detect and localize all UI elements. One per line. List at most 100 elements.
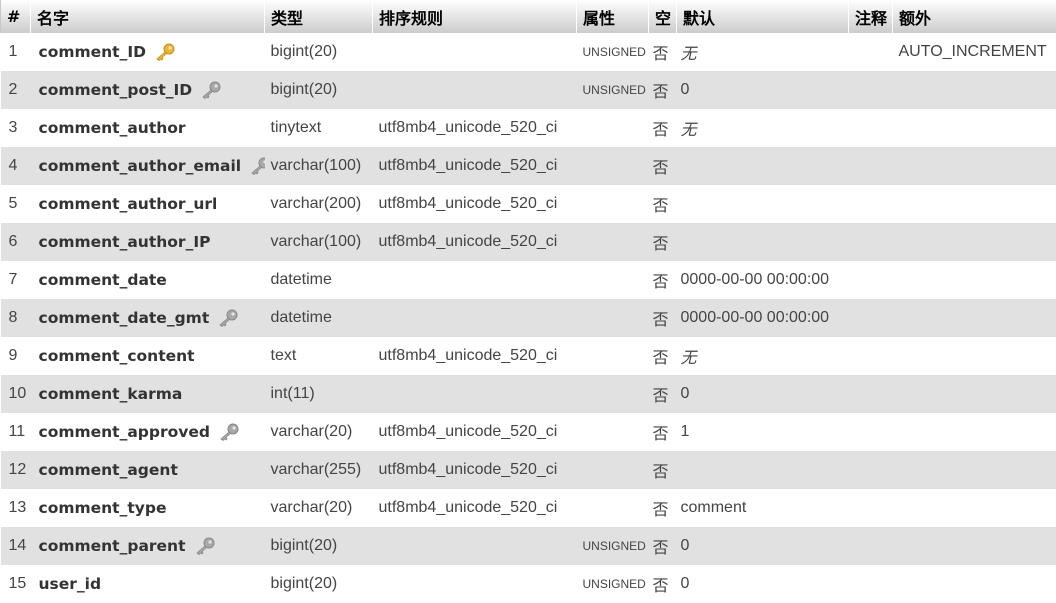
- table-row[interactable]: 4comment_author_emailvarchar(100)utf8mb4…: [1, 147, 1056, 185]
- header-name[interactable]: 名字: [31, 0, 265, 33]
- column-default: 0: [677, 527, 849, 565]
- table-row[interactable]: 5comment_author_urlvarchar(200)utf8mb4_u…: [1, 185, 1056, 223]
- column-null: 否: [649, 109, 677, 147]
- table-row[interactable]: 3comment_authortinytextutf8mb4_unicode_5…: [1, 109, 1056, 147]
- column-comment: [849, 565, 893, 603]
- header-null[interactable]: 空: [649, 0, 677, 33]
- table-row[interactable]: 11comment_approvedvarchar(20)utf8mb4_uni…: [1, 413, 1056, 451]
- column-comment: [849, 223, 893, 261]
- column-collation-text: utf8mb4_unicode_520_ci: [379, 423, 558, 440]
- column-null-text: 否: [653, 46, 669, 63]
- table-row[interactable]: 7comment_datedatetime否0000-00-00 00:00:0…: [1, 261, 1056, 299]
- column-type: datetime: [265, 261, 373, 299]
- column-type: varchar(20): [265, 413, 373, 451]
- table-row[interactable]: 10comment_karmaint(11)否0: [1, 375, 1056, 413]
- header-num[interactable]: #: [1, 0, 31, 33]
- index-key-icon: [218, 423, 240, 441]
- column-type-text: bigint(20): [271, 575, 338, 592]
- column-default-text: 0: [681, 81, 690, 98]
- header-collation[interactable]: 排序规则: [373, 0, 577, 33]
- column-name-text: comment_date: [39, 271, 167, 289]
- column-extra: [893, 261, 1056, 299]
- column-default: [677, 185, 849, 223]
- column-type-text: varchar(100): [271, 157, 362, 174]
- column-type-text: varchar(100): [271, 233, 362, 250]
- row-number-text: 10: [9, 385, 27, 402]
- row-number-text: 13: [9, 499, 27, 516]
- table-row[interactable]: 12comment_agentvarchar(255)utf8mb4_unico…: [1, 451, 1056, 489]
- column-attributes: UNSIGNED: [577, 71, 649, 109]
- column-extra: AUTO_INCREMENT: [893, 33, 1056, 71]
- column-type: int(11): [265, 375, 373, 413]
- table-row[interactable]: 6comment_author_IPvarchar(100)utf8mb4_un…: [1, 223, 1056, 261]
- column-attributes: [577, 147, 649, 185]
- column-collation-text: utf8mb4_unicode_520_ci: [379, 347, 558, 364]
- table-row[interactable]: 15user_idbigint(20)UNSIGNED否0: [1, 565, 1056, 603]
- table-row[interactable]: 2comment_post_IDbigint(20)UNSIGNED否0: [1, 71, 1056, 109]
- column-name-text: comment_date_gmt: [39, 309, 210, 327]
- column-null: 否: [649, 489, 677, 527]
- column-attributes-text: UNSIGNED: [583, 83, 646, 97]
- header-attributes[interactable]: 属性: [577, 0, 649, 33]
- header-comment[interactable]: 注释: [849, 0, 893, 33]
- row-number-text: 2: [9, 81, 18, 98]
- column-null: 否: [649, 71, 677, 109]
- header-type[interactable]: 类型: [265, 0, 373, 33]
- column-attributes: [577, 413, 649, 451]
- header-extra[interactable]: 额外: [893, 0, 1056, 33]
- table-row[interactable]: 13comment_typevarchar(20)utf8mb4_unicode…: [1, 489, 1056, 527]
- column-name: comment_author_IP: [31, 223, 265, 261]
- column-comment: [849, 451, 893, 489]
- row-number-text: 7: [9, 271, 18, 288]
- column-collation-text: utf8mb4_unicode_520_ci: [379, 157, 558, 174]
- row-number: 11: [1, 413, 31, 451]
- index-key-icon: [194, 537, 216, 555]
- column-collation: [373, 261, 577, 299]
- column-extra: [893, 147, 1056, 185]
- column-name: comment_parent: [31, 527, 265, 565]
- column-collation: [373, 299, 577, 337]
- column-type-text: varchar(20): [271, 499, 353, 516]
- column-comment: [849, 375, 893, 413]
- column-null: 否: [649, 185, 677, 223]
- column-default: 0: [677, 375, 849, 413]
- row-number-text: 8: [9, 309, 18, 326]
- column-null-text: 否: [653, 464, 669, 481]
- column-collation-text: utf8mb4_unicode_520_ci: [379, 461, 558, 478]
- column-extra: [893, 185, 1056, 223]
- table-row[interactable]: 9comment_contenttextutf8mb4_unicode_520_…: [1, 337, 1056, 375]
- column-name: comment_content: [31, 337, 265, 375]
- row-number: 13: [1, 489, 31, 527]
- column-default: 0000-00-00 00:00:00: [677, 261, 849, 299]
- row-number-text: 14: [9, 537, 27, 554]
- row-number: 1: [1, 33, 31, 71]
- column-name-text: comment_content: [39, 347, 195, 365]
- table-row[interactable]: 8comment_date_gmtdatetime否0000-00-00 00:…: [1, 299, 1056, 337]
- column-collation-text: utf8mb4_unicode_520_ci: [379, 195, 558, 212]
- column-type-text: tinytext: [271, 119, 322, 136]
- column-attributes: UNSIGNED: [577, 527, 649, 565]
- column-default: 无: [677, 33, 849, 71]
- column-name: comment_author: [31, 109, 265, 147]
- column-null: 否: [649, 527, 677, 565]
- index-key-icon: [200, 81, 222, 99]
- table-row[interactable]: 14comment_parentbigint(20)UNSIGNED否0: [1, 527, 1056, 565]
- column-default-text: 0000-00-00 00:00:00: [681, 309, 830, 326]
- column-default-text: 无: [681, 350, 697, 367]
- column-name-text: comment_ID: [39, 43, 146, 61]
- column-collation: utf8mb4_unicode_520_ci: [373, 147, 577, 185]
- row-number: 4: [1, 147, 31, 185]
- column-collation: [373, 527, 577, 565]
- column-extra: [893, 527, 1056, 565]
- column-name-text: comment_author_url: [39, 195, 218, 213]
- column-extra: [893, 109, 1056, 147]
- column-attributes: [577, 109, 649, 147]
- header-default[interactable]: 默认: [677, 0, 849, 33]
- row-number: 15: [1, 565, 31, 603]
- column-default: [677, 147, 849, 185]
- table-row[interactable]: 1comment_IDbigint(20)UNSIGNED否无AUTO_INCR…: [1, 33, 1056, 71]
- column-type-text: varchar(255): [271, 461, 362, 478]
- column-name: comment_ID: [31, 33, 265, 71]
- column-comment: [849, 185, 893, 223]
- column-name-text: comment_parent: [39, 537, 186, 555]
